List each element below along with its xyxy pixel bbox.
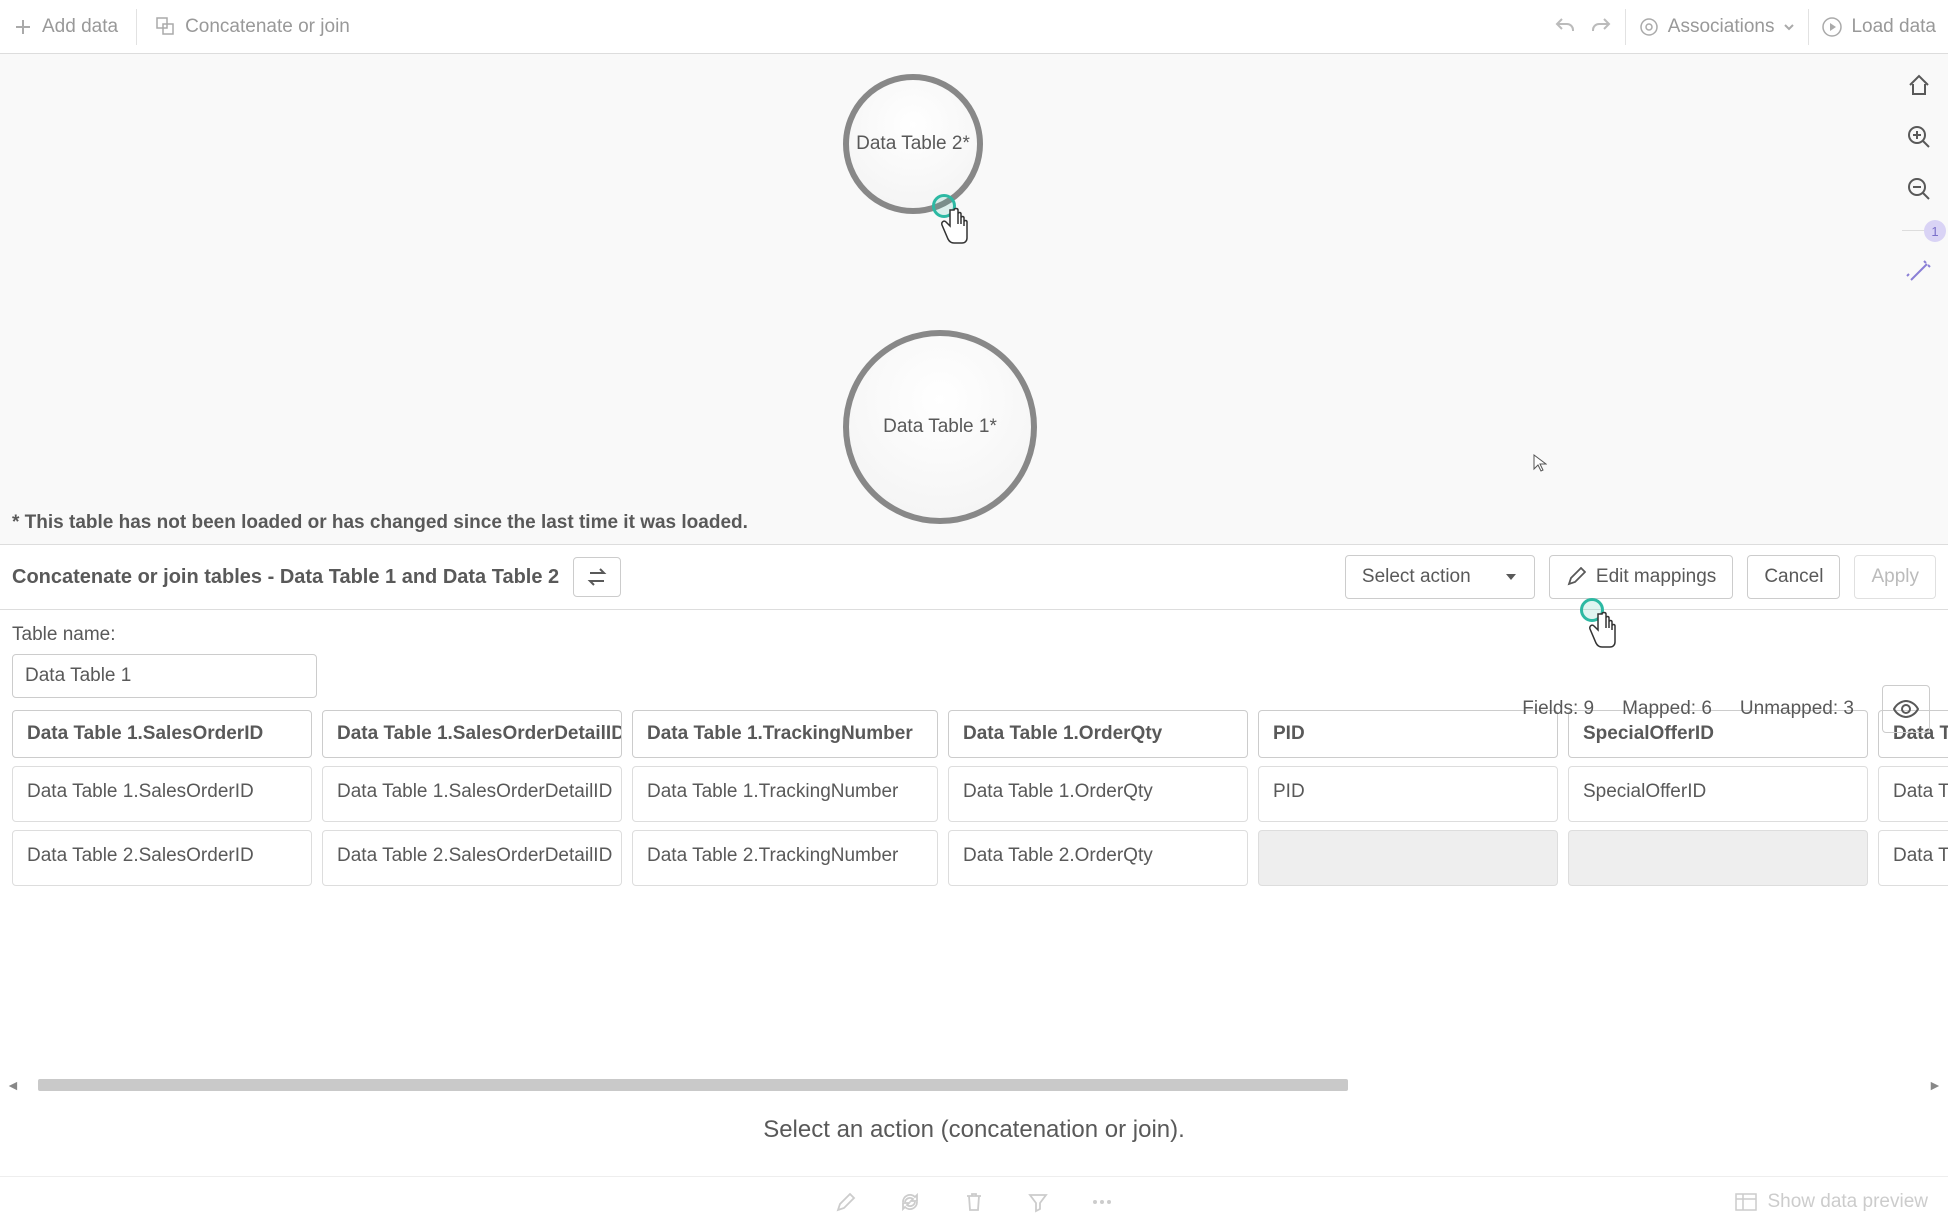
zoom-in-icon[interactable] [1904,122,1934,152]
horizontal-scrollbar[interactable]: ◄ ► [6,1078,1942,1092]
mapping-cell[interactable]: Data Table 2.SalesOrderDetailID [322,830,622,886]
scroll-left-icon[interactable]: ◄ [6,1077,20,1093]
mapping-cell[interactable]: Data Table 1.SalesOrderDetailID [322,766,622,822]
mapping-column: SpecialOfferID SpecialOfferID [1568,710,1868,886]
mapping-cell[interactable]: Data Table 1.SalesOrderID [12,766,312,822]
canvas-footnote: * This table has not been loaded or has … [12,512,748,534]
mapping-grid: Data Table 1.SalesOrderID Data Table 1.S… [0,706,1948,886]
magic-wand-icon[interactable] [1904,257,1934,287]
edit-mappings-label: Edit mappings [1596,566,1716,588]
play-circle-icon [1821,16,1843,38]
table-icon [1735,1193,1757,1211]
chevron-down-icon [1782,20,1796,34]
zoom-out-icon[interactable] [1904,174,1934,204]
hand-cursor-icon [936,206,972,248]
divider [1808,9,1809,45]
mapping-cell-empty[interactable] [1258,830,1558,886]
preview-toggle-button[interactable] [1882,685,1930,733]
action-bar-title: Concatenate or join tables - Data Table … [12,566,559,589]
scroll-thumb[interactable] [38,1079,1348,1091]
column-header[interactable]: Data Table 1.SalesOrderDetailID [322,710,622,758]
column-header[interactable]: Data Table 1.OrderQty [948,710,1248,758]
unmapped-stat: Unmapped: 3 [1740,698,1854,720]
mapping-column: Data Table 1.SalesOrderID Data Table 1.S… [12,710,312,886]
mapping-cell[interactable]: Data Table 1.TrackingNumber [632,766,938,822]
mapping-cell-empty[interactable] [1568,830,1868,886]
mapping-cell[interactable]: Data Table 2.OrderQty [948,830,1248,886]
swap-icon [586,568,608,586]
show-data-preview-button[interactable]: Show data preview [1735,1191,1928,1213]
home-icon[interactable] [1904,70,1934,100]
edit-icon[interactable] [834,1190,858,1214]
undo-icon[interactable] [1553,15,1577,39]
table-name-label: Table name: [12,624,1936,646]
table-bubble-data-table-1[interactable]: Data Table 1* [843,330,1037,524]
data-model-canvas[interactable]: Data Table 2* Data Table 1* * This table… [0,54,1948,544]
apply-button[interactable]: Apply [1854,555,1936,599]
mapped-stat: Mapped: 6 [1622,698,1712,720]
divider [136,9,137,45]
apply-label: Apply [1871,566,1919,588]
filter-icon[interactable] [1026,1190,1050,1214]
pencil-icon [1566,567,1586,587]
eye-icon [1893,700,1919,718]
cancel-label: Cancel [1764,566,1823,588]
associations-icon [1638,16,1660,38]
concatenate-join-button[interactable]: Concatenate or join [155,16,350,38]
mapping-column: Data Ta Data Ta Data Ta [1878,710,1948,886]
bubble-label: Data Table 2* [856,133,970,155]
recommendations-badge: 1 [1924,220,1946,242]
load-data-label: Load data [1851,16,1936,38]
mapping-cell[interactable]: Data Table 1.OrderQty [948,766,1248,822]
action-bar: Concatenate or join tables - Data Table … [0,544,1948,610]
trash-icon[interactable] [962,1190,986,1214]
refresh-icon[interactable] [898,1190,922,1214]
concatenate-join-label: Concatenate or join [185,16,350,38]
swap-button[interactable] [573,557,621,597]
add-data-button[interactable]: Add data [12,16,118,38]
mapping-cell[interactable]: SpecialOfferID [1568,766,1868,822]
load-data-button[interactable]: Load data [1821,16,1936,38]
mapping-column: Data Table 1.TrackingNumber Data Table 1… [632,710,938,886]
bubble-label: Data Table 1* [883,416,997,438]
cursor-arrow-icon [1533,454,1547,472]
fields-stat: Fields: 9 [1522,698,1594,720]
select-action-dropdown[interactable]: Select action [1345,555,1535,599]
top-toolbar: Add data Concatenate or join Association… [0,0,1948,54]
select-action-label: Select action [1362,566,1471,588]
mapping-column: Data Table 1.SalesOrderDetailID Data Tab… [322,710,622,886]
mapping-column: Data Table 1.OrderQty Data Table 1.Order… [948,710,1248,886]
mapping-cell[interactable]: PID [1258,766,1558,822]
table-bubble-data-table-2[interactable]: Data Table 2* [843,74,983,214]
action-prompt: Select an action (concatenation or join)… [0,1116,1948,1144]
associations-button[interactable]: Associations [1638,16,1797,38]
cancel-button[interactable]: Cancel [1747,555,1840,599]
add-data-label: Add data [42,16,118,38]
column-header[interactable]: Data Table 1.TrackingNumber [632,710,938,758]
caret-down-icon [1504,570,1518,584]
mapping-cell[interactable]: Data Ta [1878,830,1948,886]
tables-icon [155,16,177,38]
edit-mappings-button[interactable]: Edit mappings [1549,555,1733,599]
mapping-stats: Fields: 9 Mapped: 6 Unmapped: 3 [1522,685,1930,733]
table-name-input[interactable] [12,654,317,698]
column-header[interactable]: Data Table 1.SalesOrderID [12,710,312,758]
canvas-side-tools [1902,70,1936,287]
mapping-cell[interactable]: Data Table 2.SalesOrderID [12,830,312,886]
mapping-cell[interactable]: Data Table 2.TrackingNumber [632,830,938,886]
show-data-preview-label: Show data preview [1767,1191,1928,1213]
plus-icon [12,16,34,38]
associations-label: Associations [1668,16,1775,38]
scroll-track[interactable] [20,1079,1928,1091]
redo-icon[interactable] [1589,15,1613,39]
more-icon[interactable] [1090,1190,1114,1214]
mapping-cell[interactable]: Data Ta [1878,766,1948,822]
hand-cursor-icon [1584,610,1620,652]
divider [1625,9,1626,45]
bottom-toolbar: Show data preview [0,1176,1948,1226]
mapping-column: PID PID [1258,710,1558,886]
scroll-right-icon[interactable]: ► [1928,1077,1942,1093]
column-header[interactable]: PID [1258,710,1558,758]
